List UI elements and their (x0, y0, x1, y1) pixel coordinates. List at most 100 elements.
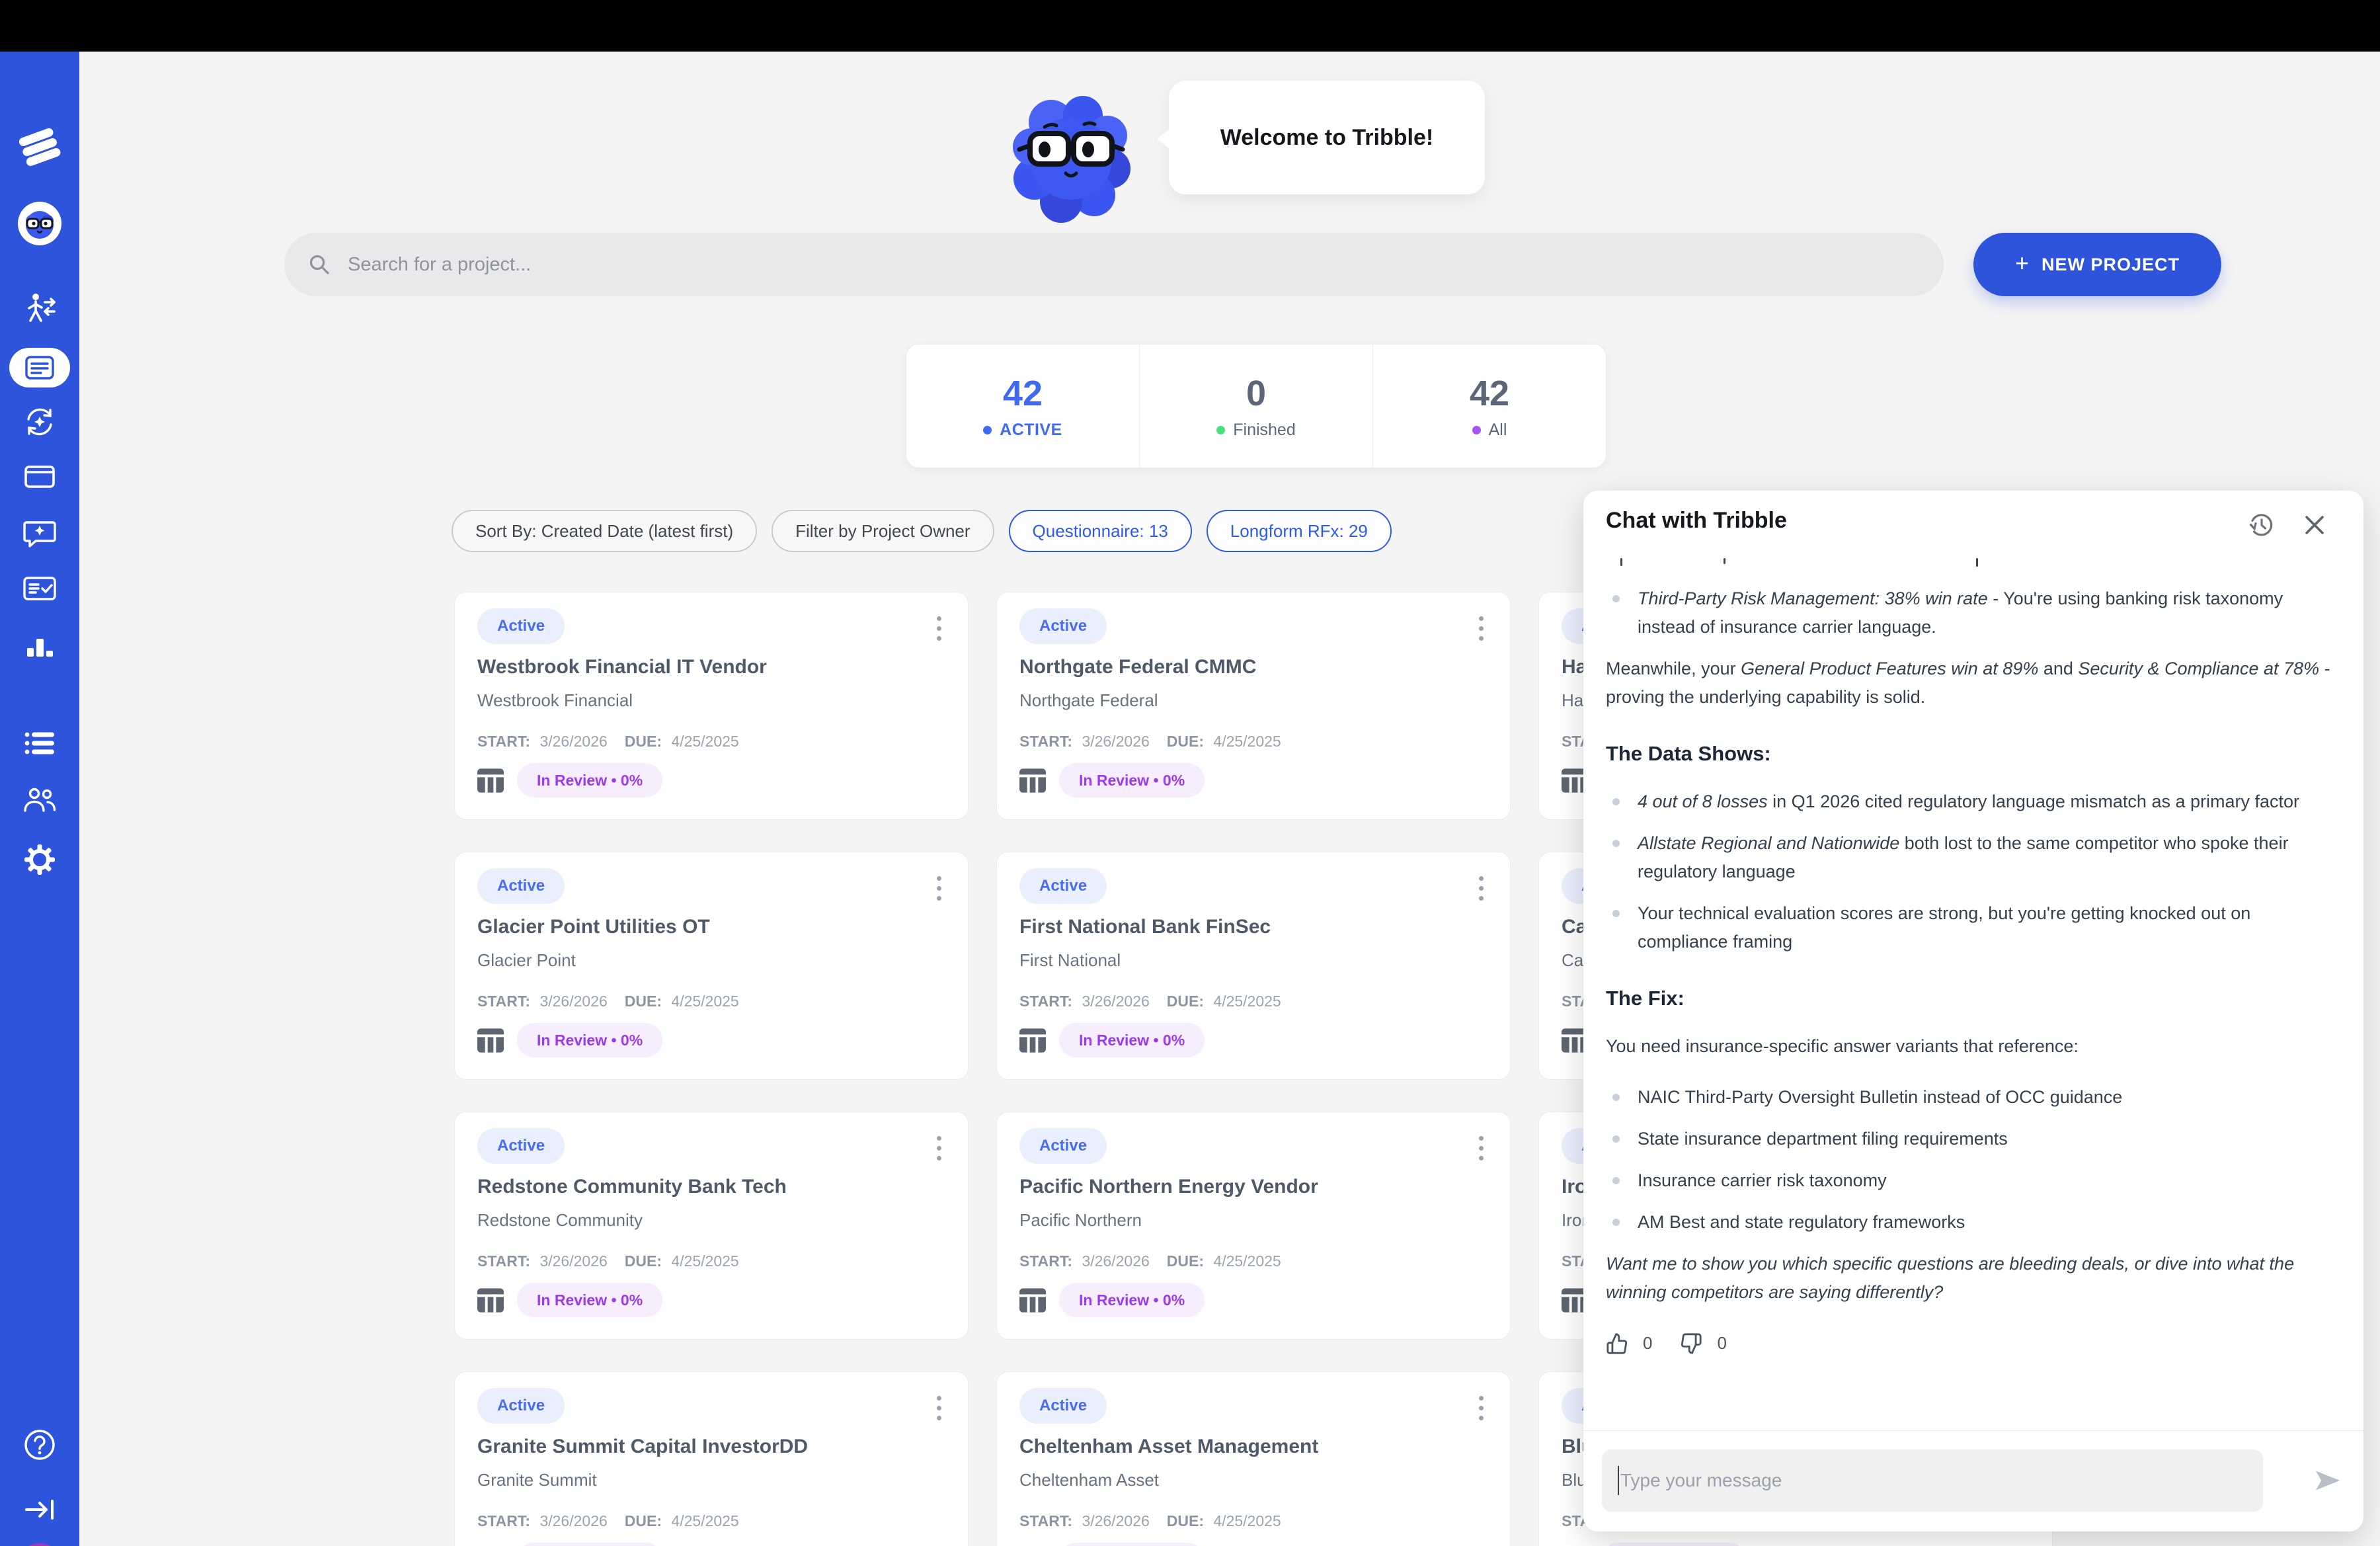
sidebar-item-projects-active[interactable] (0, 348, 79, 387)
kebab-menu-icon[interactable] (933, 1132, 945, 1164)
project-dates: START: 3/26/2026DUE: 4/25/2025 (477, 733, 739, 751)
user-avatar[interactable]: TK (0, 1543, 79, 1546)
logout-icon[interactable] (0, 1494, 79, 1525)
project-title: Northgate Federal CMMC (1019, 656, 1256, 678)
history-icon[interactable] (2247, 510, 2276, 540)
plus-icon: + (2015, 249, 2030, 277)
status-badge: Active (477, 608, 565, 644)
search-input[interactable]: Search for a project... (284, 233, 1944, 296)
chat-paragraph: Meanwhile, your General Product Features… (1606, 655, 2337, 712)
thumbs-up-count: 0 (1643, 1329, 1652, 1358)
stat-all-label: All (1489, 421, 1507, 440)
thumbs-down-icon[interactable] (1680, 1332, 1702, 1355)
clipped-message-line (1606, 554, 2337, 569)
table-icon (477, 1288, 504, 1313)
progress-pill: In Review • 0% (1059, 1283, 1205, 1317)
progress-pill: In Review • 0% (1059, 1543, 1205, 1546)
table-icon (477, 768, 504, 793)
project-card[interactable]: Active Pacific Northern Energy Vendor Pa… (996, 1112, 1511, 1340)
table-icon (1019, 768, 1046, 793)
progress-pill: In Review • 0% (1601, 1543, 1747, 1546)
project-title: Cheltenham Asset Management (1019, 1436, 1318, 1458)
sidebar-item-analytics[interactable] (0, 631, 79, 660)
tribble-dashboard: TK Welcome to Tribble! (0, 0, 2380, 1546)
welcome-text: Welcome to Tribble! (1220, 125, 1433, 151)
chat-paragraph: Want me to show you which specific quest… (1606, 1250, 2337, 1307)
sidebar-item-chat-ai[interactable] (0, 517, 79, 549)
sidebar-item-tray[interactable] (0, 462, 79, 491)
stat-finished-value: 0 (1246, 373, 1266, 414)
sidebar-item-lists[interactable] (0, 729, 79, 758)
sidebar-item-settings[interactable] (0, 842, 79, 877)
project-client: Redstone Community (477, 1210, 643, 1231)
kebab-menu-icon[interactable] (933, 612, 945, 645)
project-client: Glacier Point (477, 950, 576, 971)
mascot-avatar-icon[interactable] (0, 201, 79, 246)
chat-paragraph: You need insurance-specific answer varia… (1606, 1032, 2337, 1061)
project-card[interactable]: Active Cheltenham Asset Management Chelt… (996, 1371, 1511, 1546)
sidebar-item-survey[interactable] (0, 574, 79, 603)
chat-bullet-item: Allstate Regional and Nationwide both lo… (1606, 829, 2337, 886)
chat-bullet-item: State insurance department filing requir… (1606, 1125, 2337, 1153)
status-badge: Active (477, 1128, 565, 1164)
status-badge: Active (1019, 608, 1107, 644)
kebab-menu-icon[interactable] (1475, 1132, 1488, 1164)
message-input[interactable]: Type your message (1602, 1449, 2263, 1512)
sidebar-item-sync[interactable] (0, 405, 79, 439)
project-card[interactable]: Active Granite Summit Capital InvestorDD… (454, 1371, 969, 1546)
project-client: First National (1019, 950, 1121, 971)
sidebar: TK (0, 52, 79, 1546)
longform-rfx-chip[interactable]: Longform RFx: 29 (1207, 510, 1392, 552)
top-black-bar (0, 0, 2380, 52)
kebab-menu-icon[interactable] (1475, 612, 1488, 645)
kebab-menu-icon[interactable] (1475, 1392, 1488, 1424)
project-card[interactable]: Active Redstone Community Bank Tech Reds… (454, 1112, 969, 1340)
thumbs-up-icon[interactable] (1606, 1332, 1628, 1355)
sort-by-chip[interactable]: Sort By: Created Date (latest first) (452, 510, 757, 552)
project-card[interactable]: Active Glacier Point Utilities OT Glacie… (454, 852, 969, 1080)
new-project-button[interactable]: + NEW PROJECT (1973, 233, 2221, 296)
stat-active[interactable]: 42 ACTIVE (906, 345, 1139, 468)
chat-bullet-item: NAIC Third-Party Oversight Bulletin inst… (1606, 1083, 2337, 1112)
all-dot (1472, 426, 1481, 434)
status-badge: Active (1019, 1128, 1107, 1164)
stat-all-value: 42 (1470, 373, 1509, 414)
stat-active-value: 42 (1003, 373, 1043, 414)
chat-bullet-list: Third-Party Risk Management: 38% win rat… (1606, 585, 2337, 641)
close-icon[interactable] (2300, 510, 2329, 540)
sidebar-item-handoff[interactable] (0, 291, 79, 327)
questionnaire-chip[interactable]: Questionnaire: 13 (1009, 510, 1192, 552)
chat-bullet-item: 4 out of 8 losses in Q1 2026 cited regul… (1606, 788, 2337, 816)
project-client: Granite Summit (477, 1470, 597, 1490)
table-icon (1019, 1288, 1046, 1313)
chat-bullet-item: Insurance carrier risk taxonomy (1606, 1166, 2337, 1195)
tribble-mascot (1005, 86, 1140, 231)
project-title: First National Bank FinSec (1019, 916, 1271, 938)
chat-messages: Third-Party Risk Management: 38% win rat… (1606, 554, 2337, 1426)
stat-finished[interactable]: 0 Finished (1139, 345, 1372, 468)
help-icon[interactable] (0, 1428, 79, 1461)
kebab-menu-icon[interactable] (933, 1392, 945, 1424)
send-icon[interactable] (2311, 1464, 2345, 1498)
chat-section-heading: The Data Shows: (1606, 739, 2337, 768)
progress-pill: In Review • 0% (517, 1023, 662, 1057)
table-icon (1019, 1028, 1046, 1053)
sidebar-item-team[interactable] (0, 786, 79, 815)
filter-owner-chip[interactable]: Filter by Project Owner (772, 510, 994, 552)
project-card[interactable]: Active Westbrook Financial IT Vendor Wes… (454, 592, 969, 820)
message-feedback: 00 (1606, 1329, 2337, 1358)
stat-all[interactable]: 42 All (1372, 345, 1606, 468)
filter-bar: Sort By: Created Date (latest first) Fil… (452, 510, 1392, 552)
project-client: Cheltenham Asset (1019, 1470, 1159, 1490)
progress-pill: In Review • 0% (517, 763, 662, 797)
project-title: Redstone Community Bank Tech (477, 1176, 787, 1198)
project-card[interactable]: Active First National Bank FinSec First … (996, 852, 1511, 1080)
kebab-menu-icon[interactable] (1475, 872, 1488, 905)
project-card[interactable]: Active Northgate Federal CMMC Northgate … (996, 592, 1511, 820)
chat-input-area: Type your message (1583, 1430, 2363, 1531)
chat-bullet-item: AM Best and state regulatory frameworks (1606, 1208, 2337, 1237)
kebab-menu-icon[interactable] (933, 872, 945, 905)
project-dates: START: 3/26/2026DUE: 4/25/2025 (477, 993, 739, 1010)
project-dates: START: 3/26/2026DUE: 4/25/2025 (1019, 733, 1281, 751)
progress-pill: In Review • 0% (1059, 1023, 1205, 1057)
